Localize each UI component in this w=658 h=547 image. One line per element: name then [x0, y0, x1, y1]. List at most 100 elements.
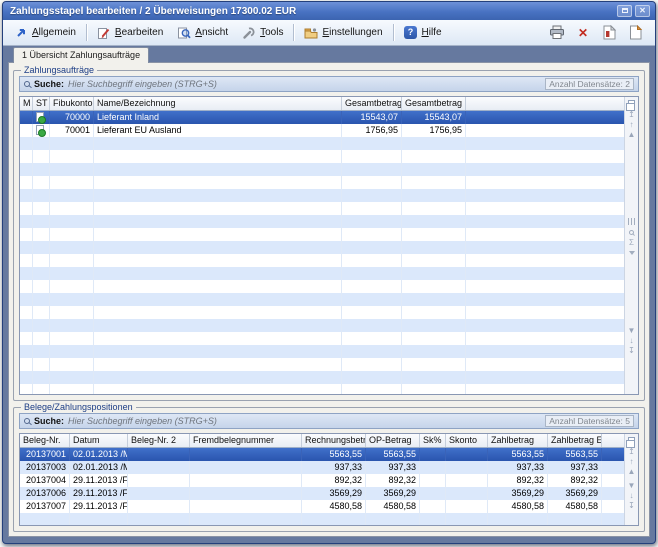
table-row[interactable]: 2013700629.11.2013 /Fr3569,293569,293569…: [20, 487, 624, 500]
nav-first-icon[interactable]: ↥: [628, 110, 635, 120]
column-header[interactable]: Beleg-Nr. 2: [128, 434, 190, 447]
nav-first-icon[interactable]: ↥: [628, 447, 635, 457]
menu-bearbeiten[interactable]: Bearbeiten: [90, 23, 170, 43]
table-cell: [342, 280, 402, 293]
table-cell: 20137004: [20, 474, 70, 487]
column-header[interactable]: Sk%: [420, 434, 446, 447]
column-header[interactable]: Fibukonto: [50, 97, 94, 110]
table-row-empty: [20, 358, 624, 371]
table-cell: [50, 371, 94, 384]
column-header[interactable]: Datum: [70, 434, 128, 447]
table-cell: [20, 384, 33, 394]
table-cell: [190, 474, 302, 487]
table-cell: [342, 384, 402, 394]
table-row[interactable]: 70001Lieferant EU Ausland1756,951756,95: [20, 124, 624, 137]
nav-pagedown-icon[interactable]: ▼: [628, 326, 636, 336]
table-cell: [190, 461, 302, 474]
report-page-button[interactable]: [601, 25, 617, 40]
column-header[interactable]: Gesamtbetrag: [342, 97, 402, 110]
table-row[interactable]: 2013700729.11.2013 /Fr4580,584580,584580…: [20, 500, 624, 513]
new-page-button[interactable]: [627, 25, 643, 40]
nav-last-icon[interactable]: ↧: [628, 501, 635, 511]
close-button[interactable]: ✕: [635, 5, 650, 17]
table-cell: [20, 215, 33, 228]
menu-allgemein[interactable]: Allgemein: [7, 23, 83, 43]
nav-next-icon[interactable]: ↓: [630, 336, 634, 346]
column-header[interactable]: Beleg-Nr.: [20, 434, 70, 447]
table-cell: [402, 228, 466, 241]
nav-last-icon[interactable]: ↧: [628, 346, 635, 356]
column-header[interactable]: Name/Bezeichnung: [94, 97, 342, 110]
column-header[interactable]: Skonto: [446, 434, 488, 447]
delete-button[interactable]: ✕: [575, 25, 591, 40]
orders-search-bar[interactable]: Suche: Hier Suchbegriff eingeben (STRG+S…: [19, 76, 639, 92]
sum-icon[interactable]: Σ: [629, 238, 634, 248]
table-row-empty: [20, 513, 624, 525]
column-header[interactable]: Zahlbetrag: [488, 434, 548, 447]
view-magnifier-icon: [177, 26, 191, 40]
column-header[interactable]: Zahlbetrag Euro: [548, 434, 602, 447]
menu-hilfe[interactable]: ? Hilfe: [397, 23, 449, 43]
menu-einstellungen[interactable]: Einstellungen: [297, 23, 389, 43]
table-cell: [190, 487, 302, 500]
maximize-button[interactable]: [617, 5, 632, 17]
column-header[interactable]: ST: [33, 97, 50, 110]
orders-search-input[interactable]: Hier Suchbegriff eingeben (STRG+S): [68, 79, 217, 89]
table-cell: [33, 202, 50, 215]
table-cell: [342, 202, 402, 215]
positions-search-input[interactable]: Hier Suchbegriff eingeben (STRG+S): [68, 416, 217, 426]
table-cell: [94, 189, 342, 202]
columns-icon[interactable]: [628, 218, 635, 225]
copy-grid-icon[interactable]: [628, 100, 635, 106]
column-header[interactable]: Gesamtbetrag Euro: [402, 97, 466, 110]
table-cell: 4580,58: [488, 500, 548, 513]
table-cell-filler: [602, 487, 624, 500]
column-header[interactable]: OP-Betrag: [366, 434, 420, 447]
nav-prev-icon[interactable]: ↑: [630, 457, 634, 467]
table-cell: Lieferant Inland: [94, 111, 342, 124]
positions-search-bar[interactable]: Suche: Hier Suchbegriff eingeben (STRG+S…: [19, 413, 639, 429]
nav-pageup-icon[interactable]: ▲: [628, 130, 636, 140]
table-cell: [20, 332, 33, 345]
orders-table: MSTFibukontoName/BezeichnungGesamtbetrag…: [19, 96, 639, 395]
table-cell: [50, 150, 94, 163]
zoom-icon[interactable]: [629, 230, 634, 235]
nav-pageup-icon[interactable]: ▲: [628, 467, 636, 477]
positions-table-nav-strip: ↥ ↑ ▲ ▼ ↓ ↧: [624, 434, 638, 525]
table-cell: [33, 319, 50, 332]
table-cell: [128, 474, 190, 487]
table-row-empty: [20, 371, 624, 384]
print-button[interactable]: [549, 25, 565, 40]
table-cell: [33, 332, 50, 345]
table-row[interactable]: 2013700102.01.2013 /Mi5563,555563,555563…: [20, 448, 624, 461]
table-cell: [94, 345, 342, 358]
table-cell: [420, 448, 446, 461]
nav-pagedown-icon[interactable]: ▼: [628, 481, 636, 491]
nav-next-icon[interactable]: ↓: [630, 491, 634, 501]
column-header[interactable]: M: [20, 97, 33, 110]
column-header[interactable]: Rechnungsbetrag: [302, 434, 366, 447]
menu-tools[interactable]: Tools: [235, 23, 290, 43]
table-row[interactable]: 2013700302.01.2013 /Mi937,33937,33937,33…: [20, 461, 624, 474]
table-cell: [402, 215, 466, 228]
table-cell: [50, 319, 94, 332]
titlebar[interactable]: Zahlungsstapel bearbeiten / 2 Überweisun…: [3, 2, 655, 20]
table-row[interactable]: 70000Lieferant Inland15543,0715543,07: [20, 111, 624, 124]
table-row-empty: [20, 150, 624, 163]
table-cell: [342, 241, 402, 254]
copy-grid-icon[interactable]: [628, 437, 635, 443]
table-cell: [128, 500, 190, 513]
menu-ansicht[interactable]: Ansicht: [170, 23, 235, 43]
filter-icon[interactable]: [629, 251, 635, 255]
table-row-empty: [20, 163, 624, 176]
nav-prev-icon[interactable]: ↑: [630, 120, 634, 130]
table-cell: [446, 474, 488, 487]
column-header-filler: [466, 97, 624, 110]
column-header[interactable]: Fremdbelegnummer: [190, 434, 302, 447]
table-cell: [20, 228, 33, 241]
table-cell: [342, 215, 402, 228]
table-row-empty: [20, 332, 624, 345]
table-row[interactable]: 2013700429.11.2013 /Fr892,32892,32892,32…: [20, 474, 624, 487]
tab-uebersicht-zahlungsauftraege[interactable]: 1 Übersicht Zahlungsaufträge: [13, 47, 149, 63]
table-cell-filler: [466, 189, 624, 202]
